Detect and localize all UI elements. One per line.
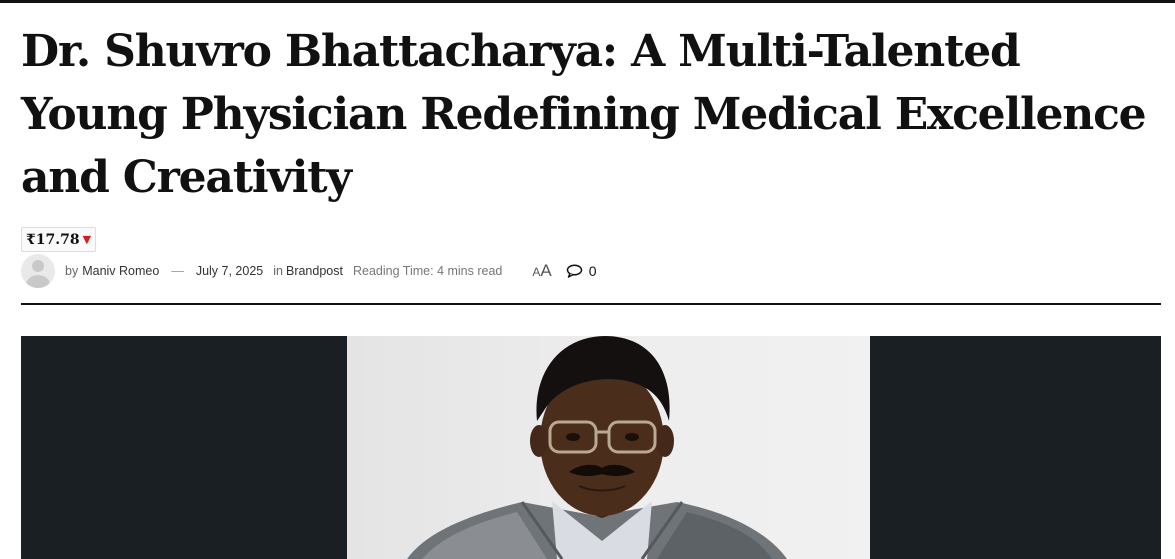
font-size-small-icon: A <box>532 265 541 279</box>
comment-count: 0 <box>588 263 597 279</box>
category-link[interactable]: Brandpost <box>286 264 343 278</box>
comment-bubble-icon <box>566 264 583 278</box>
avatar-head-shape <box>32 260 44 272</box>
article-title: Dr. Shuvro Bhattacharya: A Multi-Talente… <box>21 26 1147 203</box>
post-date[interactable]: July 7, 2025 <box>196 264 263 278</box>
avatar-body-shape <box>26 275 50 288</box>
font-size-large-icon: A <box>540 261 552 280</box>
featured-image[interactable] <box>21 336 1161 559</box>
article-meta: by Maniv Romeo — July 7, 2025 in Brandpo… <box>21 254 721 288</box>
author-link[interactable]: Maniv Romeo <box>82 264 159 278</box>
in-label: in <box>273 264 283 278</box>
price-ticker[interactable]: ₹17.78 ▼ <box>21 227 97 252</box>
meta-separator: — <box>171 264 184 278</box>
reading-time: Reading Time: 4 mins read <box>352 264 503 278</box>
font-size-toggle[interactable]: A A <box>532 261 551 281</box>
header-divider <box>21 303 1161 305</box>
top-border <box>0 0 1175 3</box>
comments-link[interactable]: 0 <box>566 263 597 279</box>
author-avatar[interactable] <box>21 254 55 288</box>
triangle-down-icon: ▼ <box>82 233 92 246</box>
portrait-photo <box>347 336 870 559</box>
by-label: by <box>65 264 79 278</box>
price-value: ₹17.78 <box>26 231 80 248</box>
